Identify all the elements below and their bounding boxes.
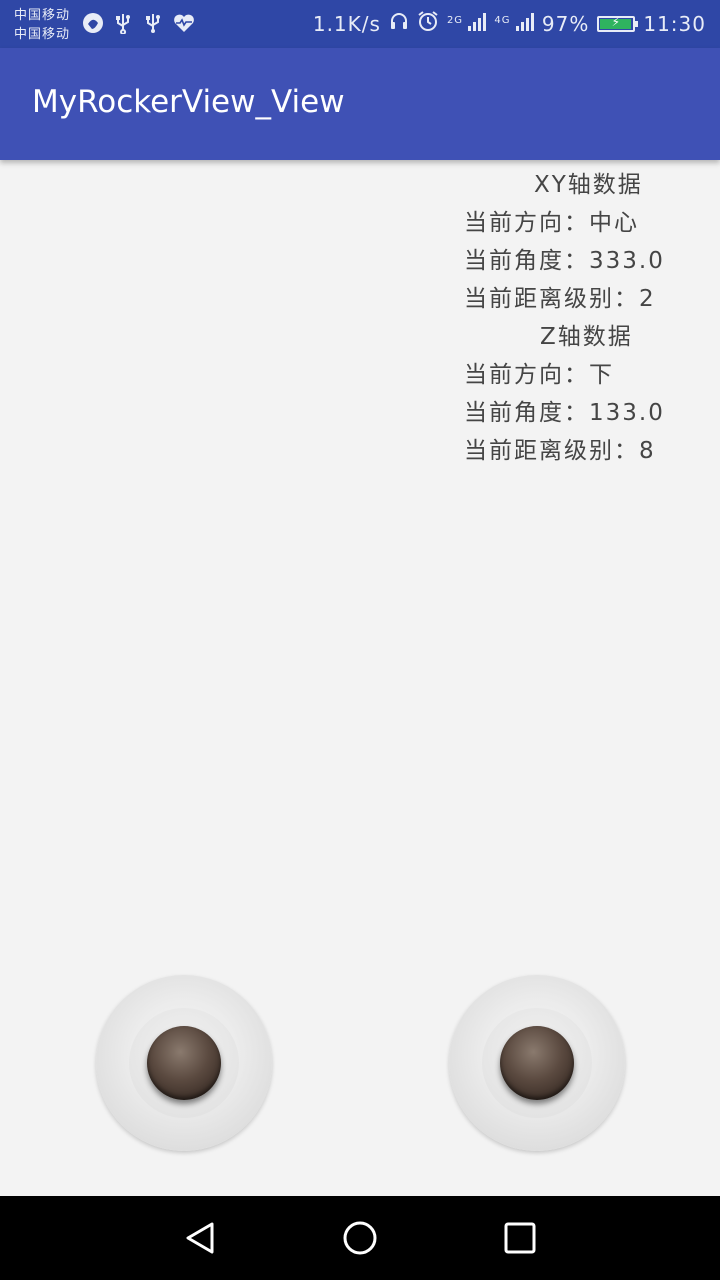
z-rocker[interactable] [449,975,625,1151]
app-title: MyRockerView_View [32,84,345,120]
usb-icon [142,12,164,34]
nav-bar [0,1196,720,1280]
z-rocker-knob[interactable] [500,1026,574,1100]
battery-icon: ⚡ [597,15,639,32]
signal-bars-icon [515,11,534,31]
status-indicators: 1.1K/s 2G 4G 97% ⚡ 11:30 [313,10,706,37]
z-header: Z轴数据 [540,324,633,350]
z-level: 当前距离级别：8 [464,438,656,464]
xy-rocker-knob[interactable] [147,1026,221,1100]
battery-percent: 97% [541,11,590,36]
xy-rocker[interactable] [96,975,272,1151]
signal-bars-icon [468,11,487,31]
xy-angle: 当前角度：333.0 [464,248,665,274]
carrier-1: 中国移动 [14,8,71,23]
xy-header: XY轴数据 [534,172,643,198]
home-icon [343,1221,377,1255]
browser-icon [82,12,104,34]
recents-icon [504,1222,536,1254]
alarm-icon [417,10,439,37]
rocker-readout: XY轴数据 当前方向：中心 当前角度：333.0 当前距离级别：2 Z轴数据 当… [464,166,720,470]
back-button[interactable] [178,1216,222,1260]
xy-direction: 当前方向：中心 [464,210,639,236]
heart-pulse-icon [172,12,194,34]
notification-icons [82,12,194,35]
headset-icon [389,11,409,36]
usb-icon [112,12,134,35]
net-2g-label: 2G [446,15,464,27]
app-bar: MyRockerView_View [0,48,720,160]
carrier-labels: 中国移动 中国移动 [14,6,70,44]
net-speed: 1.1K/s [312,11,381,36]
signal-4g: 4G [494,11,534,36]
recents-button[interactable] [498,1216,542,1260]
z-direction: 当前方向：下 [464,362,614,388]
clock: 11:30 [643,11,706,36]
home-button[interactable] [338,1216,382,1260]
xy-level: 当前距离级别：2 [464,286,656,312]
net-4g-label: 4G [494,15,511,27]
z-angle: 当前角度：133.0 [464,400,665,426]
carrier-2: 中国移动 [14,27,71,42]
back-icon [186,1222,214,1254]
signal-2g: 2G [446,11,487,36]
status-bar: 中国移动 中国移动 1.1K/s 2G 4G 97% ⚡ 11:30 [0,0,720,48]
